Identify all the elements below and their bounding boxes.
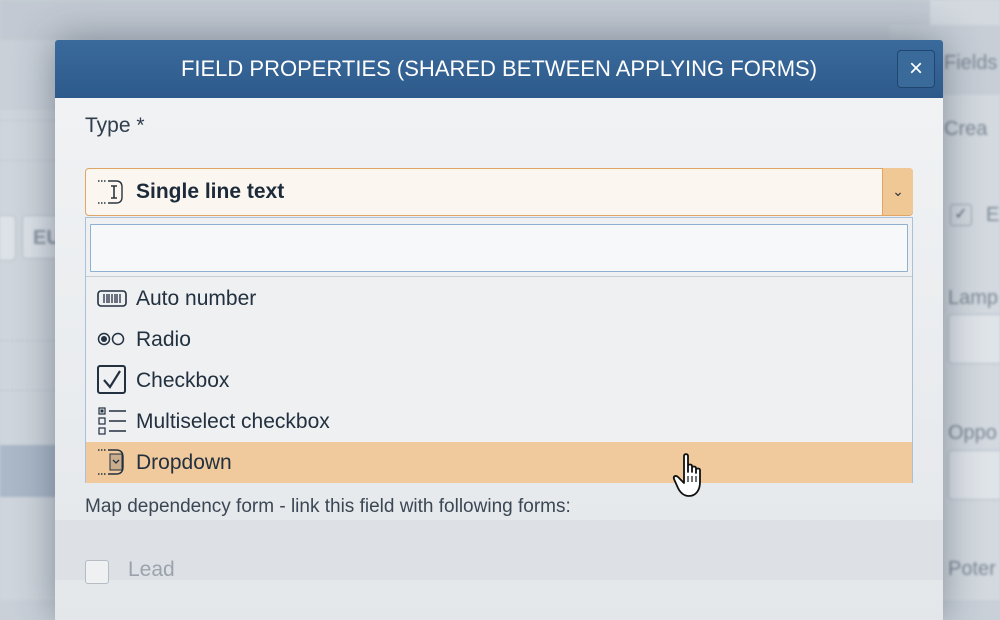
close-button[interactable]: × — [897, 50, 935, 88]
option-label: Checkbox — [136, 369, 230, 392]
option-auto-number[interactable]: Auto number — [86, 278, 912, 319]
barcode-icon — [97, 290, 127, 307]
background-input — [948, 450, 1000, 500]
chevron-down-icon[interactable]: ⌄ — [882, 168, 913, 215]
forms-row — [55, 520, 943, 580]
dropdown-icon — [98, 449, 124, 475]
background-highlight-band — [0, 445, 60, 497]
background-fields-text: Fields — [944, 52, 998, 74]
background-divider — [0, 390, 60, 391]
background-create-text: Crea — [944, 118, 988, 140]
selected-type-value: Single line text — [136, 180, 285, 203]
lead-checkbox[interactable] — [85, 560, 109, 584]
map-dependency-label: Map dependency form - link this field wi… — [85, 496, 571, 517]
type-select[interactable]: Single line text ⌄ — [85, 168, 913, 216]
option-label: Dropdown — [136, 451, 232, 474]
option-radio[interactable]: Radio — [86, 319, 912, 360]
dropdown-divider — [86, 276, 912, 277]
lead-label: Lead — [128, 558, 175, 581]
option-dropdown[interactable]: Dropdown — [86, 442, 912, 483]
modal-header: FIELD PROPERTIES (SHARED BETWEEN APPLYIN… — [55, 40, 943, 98]
field-properties-modal: FIELD PROPERTIES (SHARED BETWEEN APPLYIN… — [55, 40, 943, 620]
background-lamp-text: Lamp — [948, 287, 999, 309]
modal-title: FIELD PROPERTIES (SHARED BETWEEN APPLYIN… — [180, 56, 818, 81]
multiselect-icon — [98, 407, 126, 435]
hand-cursor-icon — [672, 453, 701, 497]
option-label: Multiselect checkbox — [136, 410, 330, 433]
option-label: Radio — [136, 328, 191, 351]
background-input — [948, 314, 1000, 364]
type-label: Type * — [85, 114, 145, 137]
background-header — [0, 0, 1000, 40]
background-oppo-text: Oppo — [948, 422, 997, 444]
dropdown-search-input[interactable] — [90, 224, 908, 272]
background-divider — [0, 340, 60, 341]
option-multiselect-checkbox[interactable]: Multiselect checkbox — [86, 401, 912, 442]
checkbox-icon — [97, 365, 126, 394]
background-input — [0, 215, 16, 261]
option-checkbox[interactable]: Checkbox — [86, 360, 912, 401]
option-label: Auto number — [136, 287, 257, 310]
close-icon: × — [908, 55, 923, 82]
radio-icon — [97, 332, 125, 346]
background-divider — [0, 160, 60, 161]
background-checkbox: ✓ — [950, 204, 972, 226]
background-divider — [0, 120, 60, 121]
type-dropdown-list: Auto number Radio Checkbox Multiselect c… — [85, 217, 913, 483]
background-e-text: E — [986, 204, 1000, 226]
background-left-panel — [0, 110, 60, 600]
text-cursor-icon — [98, 180, 123, 204]
background-poter-text: Poter — [948, 558, 996, 580]
